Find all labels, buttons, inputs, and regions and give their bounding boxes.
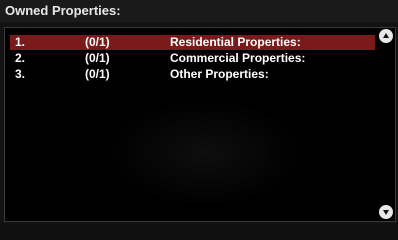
- list-item-residential[interactable]: 1. (0/1) Residential Properties:: [10, 35, 375, 50]
- list-item-other[interactable]: 3. (0/1) Other Properties:: [10, 67, 375, 82]
- title-bar: Owned Properties:: [0, 0, 398, 22]
- arrow-up-icon: [383, 33, 389, 38]
- scroll-down-button[interactable]: [379, 205, 393, 219]
- item-count: (0/1): [85, 35, 110, 49]
- item-label: Other Properties:: [170, 67, 269, 81]
- item-number: 3.: [15, 67, 26, 81]
- item-number: 1.: [15, 35, 26, 49]
- item-number: 2.: [15, 51, 26, 65]
- item-label: Commercial Properties:: [170, 51, 306, 65]
- list-item-commercial[interactable]: 2. (0/1) Commercial Properties:: [10, 51, 375, 66]
- item-label: Residential Properties:: [170, 35, 301, 49]
- properties-list: 1. (0/1) Residential Properties: 2. (0/1…: [4, 27, 396, 222]
- vertical-scrollbar[interactable]: [379, 28, 393, 220]
- arrow-down-icon: [383, 210, 389, 215]
- owned-properties-window: Owned Properties: 1. (0/1) Residential P…: [0, 0, 398, 224]
- item-count: (0/1): [85, 67, 110, 81]
- scroll-up-button[interactable]: [379, 29, 393, 43]
- window-title: Owned Properties:: [5, 3, 121, 18]
- item-count: (0/1): [85, 51, 110, 65]
